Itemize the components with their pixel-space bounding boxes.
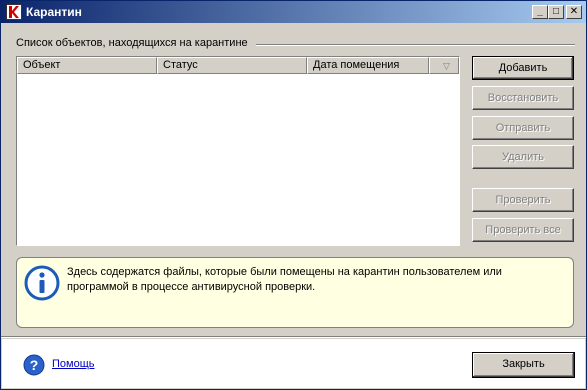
quarantine-window: Карантин _ □ ✕ Список объектов, находящи… <box>0 0 587 390</box>
quarantine-list-label: Список объектов, находящихся на карантин… <box>16 37 248 49</box>
delete-button-label: Удалить <box>502 151 544 163</box>
send-button[interactable]: Отправить <box>472 116 574 140</box>
footer: ? Помощь Закрыть <box>2 339 585 388</box>
maximize-icon: □ <box>552 6 560 17</box>
column-date-label: Дата помещения <box>313 59 400 71</box>
column-status-label: Статус <box>163 59 198 71</box>
help-link[interactable]: Помощь <box>52 358 95 370</box>
close-button[interactable]: Закрыть <box>472 352 575 378</box>
help-icon[interactable]: ? <box>23 354 45 376</box>
restore-button-label: Восстановить <box>487 92 559 104</box>
svg-text:?: ? <box>30 357 39 373</box>
title-bar[interactable]: Карантин _ □ ✕ <box>1 1 586 23</box>
column-status[interactable]: Статус <box>157 57 307 74</box>
kaspersky-logo-icon <box>6 4 22 20</box>
quarantine-list[interactable]: Объект Статус Дата помещения ▽ <box>16 56 460 246</box>
info-panel: Здесь содержатся файлы, которые были пом… <box>16 257 574 328</box>
scan-all-button[interactable]: Проверить все <box>472 218 574 242</box>
list-header: Объект Статус Дата помещения ▽ <box>17 57 459 74</box>
info-icon <box>24 265 60 301</box>
group-divider <box>256 44 575 46</box>
scan-button-label: Проверить <box>495 194 551 206</box>
minimize-button[interactable]: _ <box>532 5 548 19</box>
close-button-label: Закрыть <box>502 358 545 370</box>
send-button-label: Отправить <box>495 122 551 134</box>
footer-divider <box>1 336 586 338</box>
info-text: Здесь содержатся файлы, которые были пом… <box>67 266 502 293</box>
restore-button[interactable]: Восстановить <box>472 86 574 110</box>
close-window-button[interactable]: ✕ <box>566 5 582 19</box>
column-object-label: Объект <box>23 59 61 71</box>
minimize-icon: _ <box>537 6 543 17</box>
sort-arrow-icon[interactable]: ▽ <box>429 57 459 74</box>
close-icon: ✕ <box>569 6 579 17</box>
window-title: Карантин <box>26 5 82 19</box>
add-button[interactable]: Добавить <box>472 56 574 80</box>
scan-button[interactable]: Проверить <box>472 188 574 212</box>
maximize-button[interactable]: □ <box>548 5 564 19</box>
delete-button[interactable]: Удалить <box>472 145 574 169</box>
scan-all-button-label: Проверить все <box>485 224 561 236</box>
add-button-label: Добавить <box>498 62 548 74</box>
column-object[interactable]: Объект <box>17 57 157 74</box>
column-date[interactable]: Дата помещения <box>307 57 429 74</box>
